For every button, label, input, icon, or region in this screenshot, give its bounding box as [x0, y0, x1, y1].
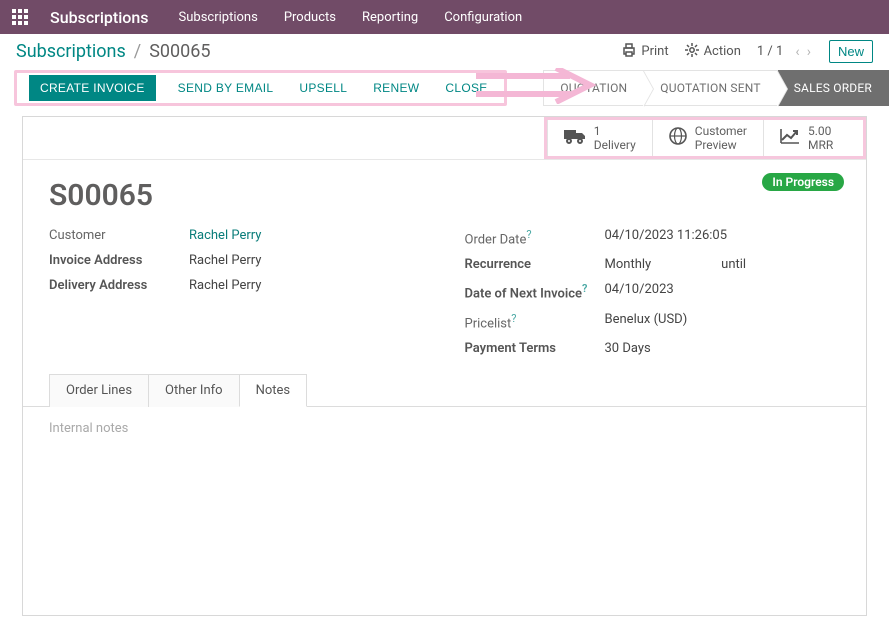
- stat-delivery[interactable]: 1Delivery: [547, 120, 652, 156]
- menu-subscriptions[interactable]: Subscriptions: [179, 10, 258, 25]
- stat-buttons-highlight: 1Delivery CustomerPreview 5.00MRR: [544, 117, 866, 159]
- delivery-address-value[interactable]: Rachel Perry: [189, 278, 425, 293]
- breadcrumb-current: S00065: [149, 41, 210, 62]
- form-sheet: 1Delivery CustomerPreview 5.00MRR In Pro…: [22, 116, 867, 616]
- stage-quotation-sent[interactable]: QUOTATION SENT: [644, 70, 777, 106]
- action-highlight: CREATE INVOICE SEND BY EMAIL UPSELL RENE…: [14, 70, 507, 106]
- stat-mrr[interactable]: 5.00MRR: [763, 120, 863, 156]
- print-icon: [622, 43, 636, 61]
- help-icon[interactable]: ?: [582, 282, 587, 295]
- customer-label: Customer: [49, 228, 189, 243]
- apps-icon[interactable]: [12, 9, 28, 25]
- recurrence-value[interactable]: Monthlyuntil: [605, 257, 841, 272]
- close-button[interactable]: CLOSE: [441, 75, 491, 101]
- truck-icon: [564, 128, 586, 148]
- renew-button[interactable]: RENEW: [369, 75, 423, 101]
- chart-line-icon: [780, 128, 800, 148]
- print-button[interactable]: Print: [622, 43, 668, 61]
- breadcrumb-root[interactable]: Subscriptions: [16, 41, 126, 62]
- tab-order-lines[interactable]: Order Lines: [49, 374, 149, 407]
- status-badge: In Progress: [762, 173, 844, 191]
- action-label: Action: [704, 44, 741, 59]
- pricelist-label: Pricelist?: [465, 312, 605, 331]
- order-date-label: Order Date?: [465, 228, 605, 247]
- invoice-address-label: Invoice Address: [49, 253, 189, 268]
- menu-configuration[interactable]: Configuration: [444, 10, 522, 25]
- record-title: S00065: [23, 160, 866, 219]
- invoice-address-value[interactable]: Rachel Perry: [189, 253, 425, 268]
- payment-terms-value[interactable]: 30 Days: [605, 341, 841, 356]
- upsell-button[interactable]: UPSELL: [295, 75, 351, 101]
- stat-customer-preview[interactable]: CustomerPreview: [652, 120, 763, 156]
- customer-value[interactable]: Rachel Perry: [189, 228, 425, 243]
- brand-title: Subscriptions: [50, 8, 149, 27]
- menu-reporting[interactable]: Reporting: [362, 10, 418, 25]
- stage-sales-order[interactable]: SALES ORDER: [778, 70, 889, 106]
- tab-notes[interactable]: Notes: [239, 374, 308, 407]
- recurrence-label: Recurrence: [465, 257, 605, 272]
- gear-icon: [685, 43, 699, 61]
- order-date-value: 04/10/2023 11:26:05: [605, 228, 841, 243]
- delivery-address-label: Delivery Address: [49, 278, 189, 293]
- tab-other-info[interactable]: Other Info: [148, 374, 240, 407]
- chevron-left-icon[interactable]: ‹: [793, 44, 801, 60]
- chevron-right-icon[interactable]: ›: [805, 44, 813, 60]
- help-icon[interactable]: ?: [511, 312, 516, 325]
- menu-products[interactable]: Products: [284, 10, 336, 25]
- send-by-email-button[interactable]: SEND BY EMAIL: [174, 75, 278, 101]
- globe-icon: [669, 127, 687, 149]
- create-invoice-button[interactable]: CREATE INVOICE: [29, 75, 156, 101]
- pager-text: 1 / 1: [757, 44, 783, 59]
- next-invoice-label: Date of Next Invoice?: [465, 282, 605, 301]
- payment-terms-label: Payment Terms: [465, 341, 605, 356]
- breadcrumb-sep: /: [134, 41, 141, 62]
- action-button[interactable]: Action: [685, 43, 741, 61]
- print-label: Print: [641, 44, 668, 59]
- internal-notes-input[interactable]: Internal notes: [49, 421, 840, 436]
- breadcrumb: Subscriptions / S00065: [16, 41, 211, 62]
- help-icon[interactable]: ?: [526, 228, 531, 241]
- next-invoice-value[interactable]: 04/10/2023: [605, 282, 841, 297]
- new-button[interactable]: New: [829, 40, 873, 63]
- stage-quotation[interactable]: QUOTATION: [543, 70, 644, 106]
- pricelist-value[interactable]: Benelux (USD): [605, 312, 841, 327]
